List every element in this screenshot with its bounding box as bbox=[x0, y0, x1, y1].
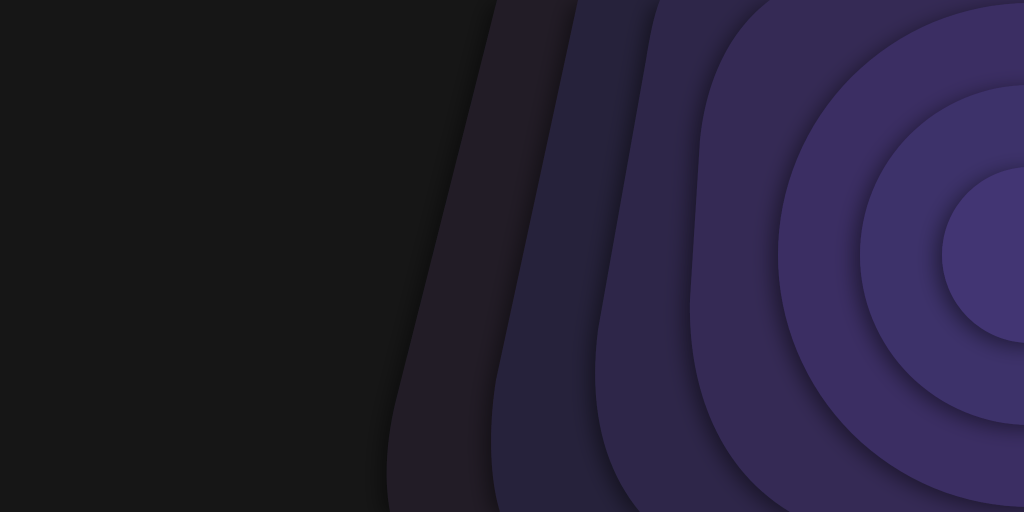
wallpaper-canvas bbox=[0, 0, 1024, 512]
abstract-layered-wallpaper bbox=[0, 0, 1024, 512]
